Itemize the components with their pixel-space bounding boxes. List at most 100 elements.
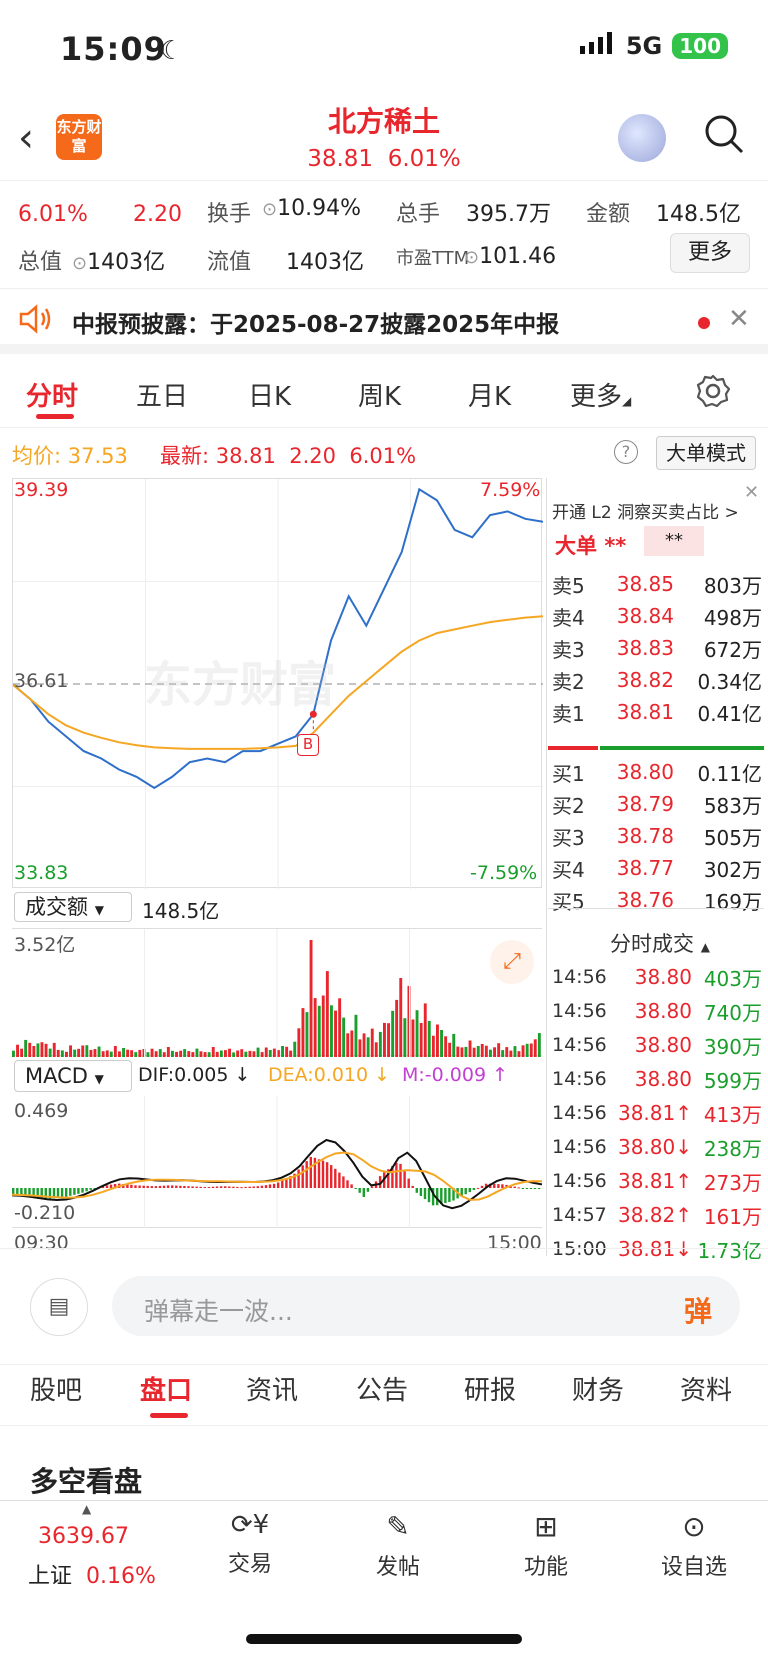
functions-button[interactable]: ⊞ 功能 <box>486 1510 606 1581</box>
level-price: 38.84 <box>616 604 674 628</box>
ask-row[interactable]: 卖5 38.85 803万 <box>552 568 762 600</box>
volume-bar <box>113 1046 117 1057</box>
big-order-mode-button[interactable]: 大单模式 <box>656 436 756 470</box>
search-icon[interactable] <box>704 114 744 154</box>
index-value[interactable]: 3639.67 <box>38 1524 129 1549</box>
macd-bar <box>354 1188 357 1189</box>
tab-news[interactable]: 资讯 <box>246 1370 298 1426</box>
danmu-send-button[interactable]: 弹 <box>684 1290 712 1330</box>
level-volume: 0.34亿 <box>697 669 762 694</box>
expand-up-icon[interactable]: ▲ <box>82 1502 91 1516</box>
volume-bar <box>501 1050 505 1057</box>
info-icon[interactable]: ⊙ <box>72 253 87 274</box>
macd-bar <box>224 1186 227 1188</box>
bid-row[interactable]: 买4 38.77 302万 <box>552 852 762 884</box>
trades-header[interactable]: 分时成交 ▲ <box>610 928 710 958</box>
level-volume: 302万 <box>703 857 762 882</box>
macd-bar <box>150 1186 153 1188</box>
macd-bar <box>493 1183 496 1188</box>
l2-promo-link[interactable]: 开通 L2 洞察买卖占比 > <box>552 498 739 523</box>
price-max-label: 39.39 <box>14 479 69 501</box>
tab-research[interactable]: 研报 <box>464 1370 516 1426</box>
info-icon[interactable]: ⊙ <box>464 247 479 268</box>
float-cap-label: 流值 <box>207 250 252 275</box>
volume-bar <box>289 1050 293 1057</box>
info-icon[interactable]: ⊙ <box>262 199 277 220</box>
trade-volume: 238万 <box>703 1136 762 1161</box>
tab-intraday[interactable]: 分时 <box>26 376 78 413</box>
expand-icon[interactable]: ⤢ <box>490 940 534 984</box>
bid-row[interactable]: 买1 38.80 0.11亿 <box>552 756 762 788</box>
trade-time: 14:56 <box>552 1034 607 1056</box>
assistant-robot-icon[interactable] <box>618 114 666 162</box>
macd-bar <box>179 1185 182 1188</box>
trade-row: 14:56 38.80 390万 <box>552 1028 762 1062</box>
macd-selector[interactable]: MACD ▼ <box>14 1060 132 1092</box>
tab-finance[interactable]: 财务 <box>572 1370 624 1426</box>
macd-bar <box>297 1169 300 1188</box>
volume-bar <box>411 1019 415 1057</box>
danmu-settings-icon[interactable]: ▤ <box>30 1278 88 1336</box>
tab-guba[interactable]: 股吧 <box>30 1370 82 1426</box>
help-icon[interactable]: ? <box>614 440 638 464</box>
macd-bar <box>407 1178 410 1188</box>
macd-chart[interactable] <box>11 1096 543 1228</box>
close-icon[interactable]: ✕ <box>728 304 750 334</box>
level-label: 买4 <box>552 857 585 882</box>
macd-bar <box>370 1186 374 1188</box>
tab-monthly-k[interactable]: 月K <box>468 376 511 413</box>
turnover-value: ⊙10.94% <box>262 196 361 221</box>
ask-row[interactable]: 卖4 38.84 498万 <box>552 600 762 632</box>
volume-bar <box>252 1051 256 1057</box>
amount-label: 金额 <box>586 202 631 227</box>
tab-5day[interactable]: 五日 <box>136 376 188 413</box>
tab-weekly-k[interactable]: 周K <box>358 376 401 413</box>
macd-bar <box>301 1165 304 1188</box>
macd-bar <box>468 1188 471 1193</box>
speaker-icon <box>18 304 54 338</box>
volume-selector[interactable]: 成交额 ▼ <box>14 892 132 922</box>
post-button[interactable]: ✎ 发帖 <box>338 1510 458 1581</box>
tab-daily-k[interactable]: 日K <box>248 376 291 413</box>
bid-row[interactable]: 买3 38.78 505万 <box>552 820 762 852</box>
volume-bar <box>211 1047 215 1057</box>
bid-row[interactable]: 买2 38.79 583万 <box>552 788 762 820</box>
bid-row[interactable]: 买5 38.76 169万 <box>552 884 762 916</box>
volume-chart[interactable] <box>12 928 542 1057</box>
macd-bar <box>472 1188 476 1190</box>
volume-bar <box>248 1050 252 1057</box>
tab-more[interactable]: 更多◢ <box>570 376 631 413</box>
volume-bar <box>493 1047 496 1057</box>
ask-row[interactable]: 卖2 38.82 0.34亿 <box>552 664 762 696</box>
more-button[interactable]: 更多 <box>670 233 750 273</box>
trade-volume: 403万 <box>703 966 762 991</box>
volume-bar <box>374 1042 378 1057</box>
volume-bar <box>460 1047 464 1057</box>
tab-announcements[interactable]: 公告 <box>356 1370 408 1426</box>
close-promo-icon[interactable]: ✕ <box>744 482 759 503</box>
trade-row: 14:56 38.81↑ 413万 <box>552 1096 762 1130</box>
ask-row[interactable]: 卖3 38.83 672万 <box>552 632 762 664</box>
trade-button[interactable]: ⟳¥ 交易 <box>190 1510 310 1578</box>
volume-bar <box>293 1041 297 1057</box>
volume-bar <box>264 1047 268 1057</box>
macd-bar <box>195 1186 198 1188</box>
macd-bar <box>346 1180 349 1188</box>
macd-bar <box>277 1182 280 1188</box>
index-row[interactable]: 上证 0.16% <box>28 1558 156 1590</box>
tab-profile[interactable]: 资料 <box>680 1370 732 1426</box>
level-volume: 498万 <box>703 605 762 630</box>
settings-gear-icon[interactable] <box>696 374 731 412</box>
trade-time: 14:56 <box>552 1102 607 1124</box>
volume-max-label: 3.52亿 <box>14 934 76 956</box>
macd-bar <box>207 1187 211 1188</box>
buy-marker[interactable]: B <box>297 734 319 756</box>
add-watchlist-button[interactable]: ⊙ 设自选 <box>634 1510 754 1581</box>
level-price: 38.81 <box>616 700 674 724</box>
macd-bar <box>191 1186 194 1188</box>
trade-price: 38.80 <box>634 1067 692 1091</box>
volume-bar <box>260 1052 264 1057</box>
volume-bar <box>228 1048 231 1057</box>
volume-bar <box>362 1033 366 1057</box>
ask-row[interactable]: 卖1 38.81 0.41亿 <box>552 696 762 728</box>
